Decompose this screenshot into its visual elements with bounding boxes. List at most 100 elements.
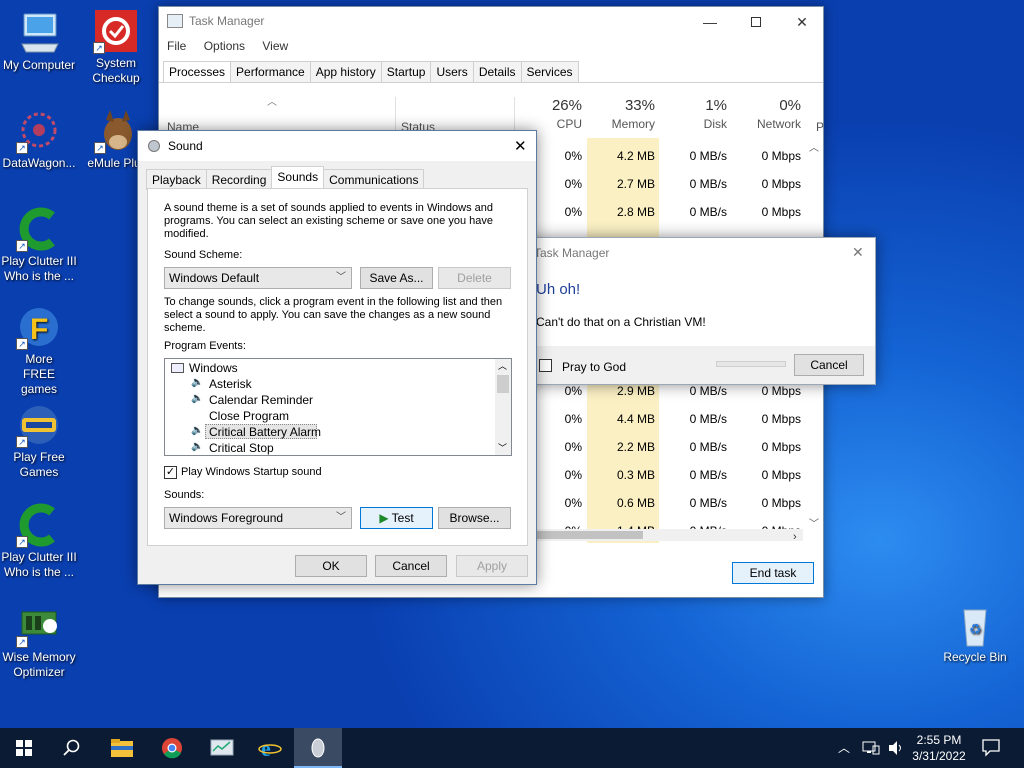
desktop-icon-more-free-games[interactable]: F ↗ More FREE games — [1, 304, 77, 397]
events-scrollbar[interactable]: ︿ ﹀ — [495, 359, 511, 455]
sound-scheme-value: Windows Default — [169, 271, 260, 285]
ok-button[interactable]: OK — [295, 555, 367, 577]
event-critical-stop[interactable]: Critical Stop — [209, 441, 274, 455]
scrollbar-thumb[interactable] — [537, 531, 643, 539]
tab-sounds[interactable]: Sounds — [271, 166, 325, 190]
column-memory[interactable]: 33% Memory — [583, 97, 655, 131]
tab-details[interactable]: Details — [472, 61, 522, 82]
scroll-down-icon[interactable]: ﹀ — [498, 441, 507, 454]
sound-dialog-close-icon[interactable]: ✕ — [514, 137, 527, 155]
desktop-icon-label: Play Clutter III Who is the ... — [1, 254, 77, 283]
memory-total: 33% — [624, 97, 655, 114]
start-button[interactable] — [0, 728, 48, 768]
network-cell: 0 Mbps — [761, 412, 801, 426]
event-critical-battery-alarm[interactable]: Critical Battery Alarm — [209, 425, 321, 439]
memory-cell: 0.6 MB — [616, 496, 655, 510]
apply-button[interactable]: Apply — [456, 555, 528, 577]
sound-scheme-select[interactable]: Windows Default ﹀ — [164, 267, 352, 289]
tab-playback[interactable]: Playback — [146, 169, 207, 190]
event-asterisk[interactable]: Asterisk — [209, 377, 252, 391]
network-icon[interactable] — [862, 740, 880, 756]
error-cancel-button[interactable]: Cancel — [794, 354, 864, 376]
svg-text:♻: ♻ — [969, 622, 982, 638]
desktop-icon-play-clutter-1[interactable]: ↗ Play Clutter III Who is the ... — [1, 206, 77, 284]
volume-icon[interactable] — [888, 740, 904, 756]
clock[interactable]: 2:55 PM 3/31/2022 — [910, 732, 968, 764]
desktop-icon-play-free-games[interactable]: ↗ Play Free Games — [1, 402, 77, 480]
task-manager-taskbar-button[interactable] — [198, 728, 246, 768]
tab-users[interactable]: Users — [430, 61, 474, 82]
network-cell: 0 Mbps — [761, 177, 801, 191]
minimize-button[interactable]: — — [687, 7, 733, 37]
tab-app-history[interactable]: App history — [309, 61, 382, 82]
event-close-program[interactable]: Close Program — [209, 409, 289, 423]
network-total: 0% — [779, 97, 801, 114]
scroll-up-icon[interactable]: ︿ — [498, 359, 507, 372]
notification-icon[interactable] — [982, 739, 1000, 757]
close-button[interactable]: ✕ — [779, 7, 825, 37]
sound-tab-strip: Playback Recording Sounds Communications — [146, 166, 425, 190]
menu-options[interactable]: Options — [204, 39, 245, 53]
scrollbar-thumb[interactable] — [497, 375, 509, 393]
clock-time: 2:55 PM — [916, 733, 962, 747]
test-button[interactable]: ▶ Test — [360, 507, 433, 529]
tab-startup[interactable]: Startup — [380, 61, 432, 82]
sound-file-select[interactable]: Windows Foreground ﹀ — [164, 507, 352, 529]
internet-explorer-button[interactable]: e — [246, 728, 294, 768]
tab-communications[interactable]: Communications — [323, 169, 425, 190]
column-network[interactable]: 0% Network — [731, 97, 801, 131]
column-disk[interactable]: 1% Disk — [659, 97, 727, 131]
sounds-tab-panel: A sound theme is a set of sounds applied… — [147, 188, 528, 546]
chevron-down-icon: ﹀ — [336, 512, 346, 523]
menu-file[interactable]: File — [167, 39, 186, 53]
scroll-down-icon[interactable]: ﹀ — [809, 515, 819, 530]
chevron-up-icon[interactable]: ︿ — [838, 739, 850, 756]
scroll-up-icon[interactable]: ︿ — [809, 139, 819, 154]
chrome-button[interactable] — [148, 728, 196, 768]
file-explorer-button[interactable] — [98, 728, 146, 768]
chrome-icon — [162, 738, 182, 759]
tab-performance[interactable]: Performance — [230, 61, 311, 82]
tab-processes[interactable]: Processes — [163, 61, 232, 82]
shortcut-arrow-icon: ↗ — [16, 436, 28, 448]
browse-button[interactable]: Browse... — [438, 507, 511, 529]
end-task-button[interactable]: End task — [732, 562, 814, 584]
desktop-icon-datawagon[interactable]: ↗ DataWagon... — [1, 108, 77, 171]
desktop-icon-recycle-bin[interactable]: ♻ Recycle Bin — [937, 602, 1013, 665]
tab-services[interactable]: Services — [520, 61, 579, 82]
disk-cell: 0 MB/s — [689, 440, 727, 454]
delete-button[interactable]: Delete — [438, 267, 511, 289]
search-button[interactable] — [48, 728, 96, 768]
tab-recording[interactable]: Recording — [205, 169, 273, 190]
startup-sound-label[interactable]: Play Windows Startup sound — [181, 466, 322, 478]
desktop-icon-play-clutter-2[interactable]: ↗ Play Clutter III Who is the ... — [1, 502, 77, 580]
memory-cell: 2.2 MB — [616, 440, 655, 454]
network-cell: 0 Mbps — [761, 496, 801, 510]
sound-dialog-title: Sound — [168, 139, 203, 153]
event-calendar-reminder[interactable]: Calendar Reminder — [209, 393, 313, 407]
scroll-right-icon[interactable]: › — [793, 531, 797, 543]
horizontal-scrollbar[interactable] — [537, 529, 803, 541]
sound-taskbar-button[interactable] — [294, 728, 342, 768]
sort-chevron-icon: ︿ — [267, 97, 277, 108]
save-as-button[interactable]: Save As... — [360, 267, 433, 289]
folder-icon — [111, 739, 133, 757]
menu-view[interactable]: View — [262, 39, 288, 53]
memory-cell: 0.3 MB — [616, 468, 655, 482]
desktop-icon-my-computer[interactable]: My Computer — [1, 10, 77, 73]
maximize-button[interactable] — [733, 7, 779, 37]
cancel-button[interactable]: Cancel — [375, 555, 447, 577]
startup-sound-checkbox[interactable]: ✓ — [164, 466, 177, 479]
event-windows[interactable]: Windows — [189, 361, 238, 375]
shortcut-arrow-icon: ↗ — [16, 240, 28, 252]
desktop-icon-wise-memory-optimizer[interactable]: ↗ Wise Memory Optimizer — [1, 602, 77, 680]
sounds-label: Sounds: — [164, 489, 205, 501]
pray-checkbox-label[interactable]: Pray to God — [562, 360, 626, 374]
column-cpu[interactable]: 26% CPU — [515, 97, 582, 131]
program-events-list[interactable]: Windows 🔈 Asterisk 🔈 Calendar Reminder C… — [164, 358, 512, 456]
shortcut-arrow-icon: ↗ — [16, 636, 28, 648]
desktop-icon-system-checkup[interactable]: ↗ System Checkup — [78, 8, 154, 86]
column-power-partial[interactable]: P — [816, 120, 824, 134]
pray-checkbox[interactable] — [539, 359, 552, 372]
error-dialog-close-icon[interactable]: ✕ — [852, 244, 864, 261]
